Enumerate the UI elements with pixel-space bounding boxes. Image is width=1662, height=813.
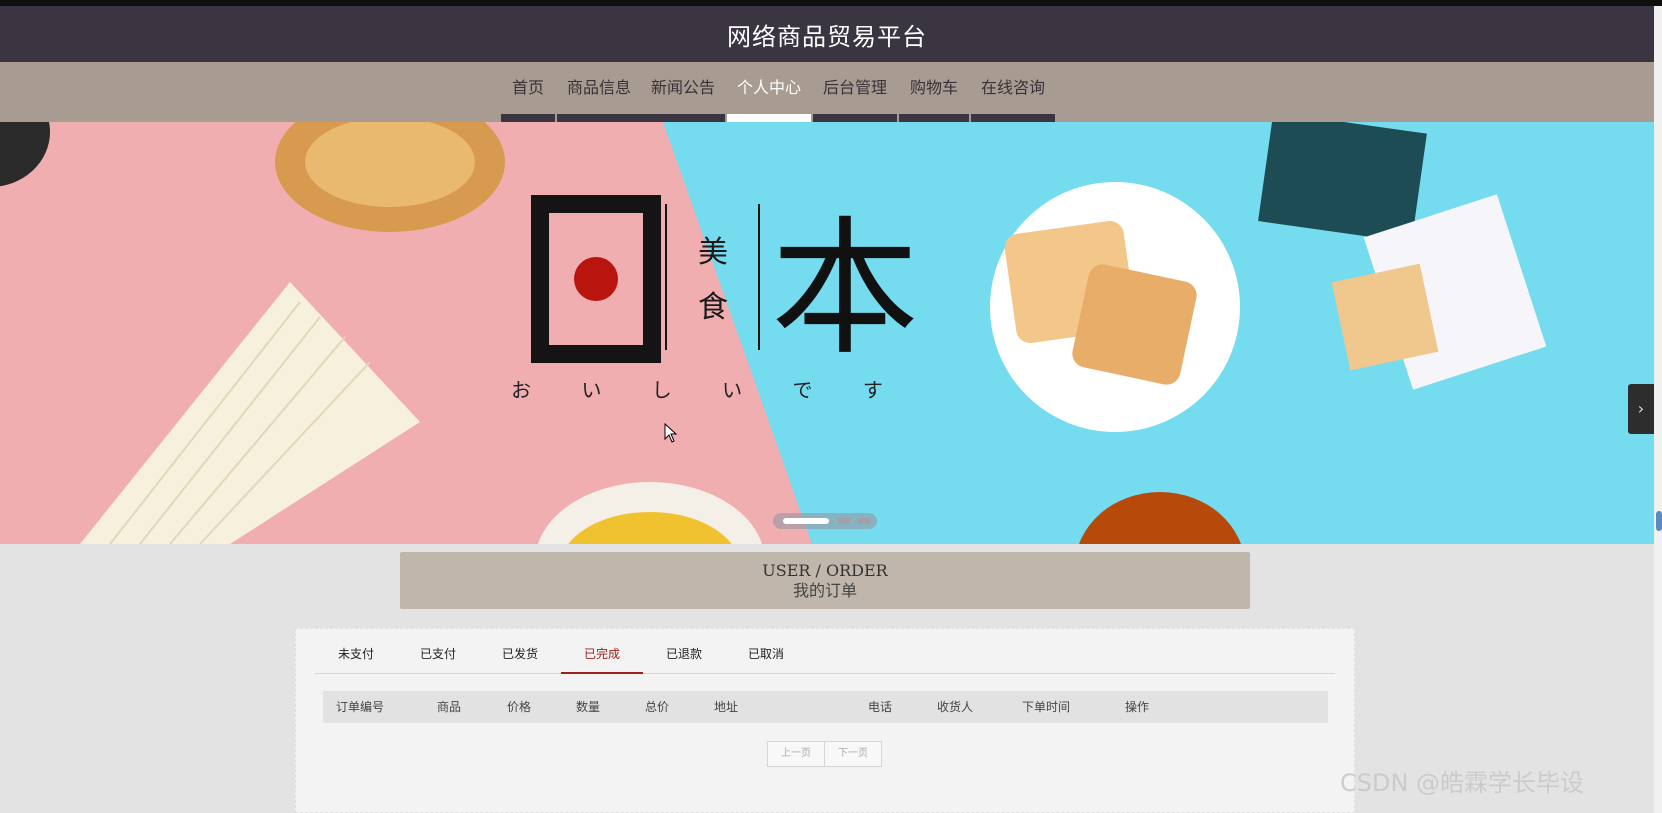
nav-item-label: 新闻公告 xyxy=(650,78,715,97)
nav-tab-foot xyxy=(899,114,969,122)
carousel-next-button[interactable]: › xyxy=(1628,384,1654,434)
nav-item-consult[interactable]: 在线咨询 xyxy=(971,62,1055,122)
tab-label: 已发货 xyxy=(501,647,538,661)
chevron-right-icon: › xyxy=(1637,399,1645,418)
nav-tab-foot xyxy=(813,114,897,122)
nav-tab-foot xyxy=(971,114,1055,122)
nav-tab-foot xyxy=(641,114,725,122)
col-order-time: 下单时间 xyxy=(1022,700,1071,714)
tab-refunded[interactable]: 已退款 xyxy=(643,629,725,673)
col-total: 总价 xyxy=(645,700,670,714)
site-title: 网络商品贸易平台 xyxy=(727,22,927,51)
col-price: 价格 xyxy=(507,700,532,714)
tab-cancelled[interactable]: 已取消 xyxy=(725,629,807,673)
orders-panel: 未支付 已支付 已发货 已完成 已退款 已取消 订单编号 商品 价格 数量 总价… xyxy=(295,628,1355,813)
nav-tab-foot xyxy=(501,114,555,122)
red-sun xyxy=(574,257,618,301)
carousel-dot-1[interactable] xyxy=(783,518,829,524)
hero-banner: 美 食 本 お い し い で す › xyxy=(0,122,1654,544)
nav-item-news[interactable]: 新闻公告 xyxy=(641,62,725,122)
page-scrollbar[interactable] xyxy=(1654,6,1662,813)
carousel-dots xyxy=(773,513,877,529)
nav-item-admin[interactable]: 后台管理 xyxy=(813,62,897,122)
nav-tab-foot xyxy=(727,114,811,122)
section-title-box: USER / ORDER 我的订单 xyxy=(400,552,1250,609)
section-title-en: USER / ORDER xyxy=(762,561,888,580)
nav-item-home[interactable]: 首页 xyxy=(501,62,555,122)
scrollbar-thumb[interactable] xyxy=(1656,511,1662,531)
tab-label: 已支付 xyxy=(419,647,456,661)
tab-label: 已取消 xyxy=(747,647,784,661)
carousel-dot-2[interactable] xyxy=(837,518,851,524)
banner-artwork: 美 食 本 お い し い で す xyxy=(0,122,1547,544)
main-nav: 首页 商品信息 新闻公告 个人中心 后台管理 购物车 在线咨询 xyxy=(0,62,1654,122)
carousel-dot-3[interactable] xyxy=(857,518,871,524)
tab-label: 未支付 xyxy=(337,647,374,661)
nav-item-label: 后台管理 xyxy=(822,78,887,97)
col-product: 商品 xyxy=(437,700,462,714)
nav-item-label: 购物车 xyxy=(909,78,958,97)
col-actions: 操作 xyxy=(1125,700,1150,714)
orders-table-header: 订单编号 商品 价格 数量 总价 地址 电话 收货人 下单时间 操作 xyxy=(323,691,1328,723)
tab-paid[interactable]: 已支付 xyxy=(397,629,479,673)
prev-page-button[interactable]: 上一页 xyxy=(768,742,824,766)
watermark: CSDN @皓霖学长毕设 xyxy=(1340,769,1585,797)
col-phone: 电话 xyxy=(868,700,893,714)
nav-item-cart[interactable]: 购物车 xyxy=(899,62,969,122)
nav-tab-foot xyxy=(557,114,641,122)
col-order-no: 订单编号 xyxy=(336,700,385,714)
order-status-tabs: 未支付 已支付 已发货 已完成 已退款 已取消 xyxy=(315,629,1335,674)
col-quantity: 数量 xyxy=(576,700,601,714)
col-receiver: 收货人 xyxy=(937,700,974,714)
small-char-1: 美 xyxy=(698,235,728,270)
nav-item-personal-center[interactable]: 个人中心 xyxy=(727,62,811,122)
next-page-button[interactable]: 下一页 xyxy=(824,742,881,766)
site-header: 网络商品贸易平台 xyxy=(0,6,1654,62)
cookie-2 xyxy=(1072,264,1197,385)
nav-item-label: 商品信息 xyxy=(566,78,631,97)
package-dark xyxy=(1258,122,1427,243)
nav-item-label: 首页 xyxy=(511,78,544,97)
tab-completed[interactable]: 已完成 xyxy=(561,629,643,674)
nav-item-products[interactable]: 商品信息 xyxy=(557,62,641,122)
section-title-zh: 我的订单 xyxy=(792,581,857,600)
tab-label: 已退款 xyxy=(665,647,702,661)
tab-label: 已完成 xyxy=(583,647,620,661)
pagination: 上一页 下一页 xyxy=(767,741,882,767)
package-cookie xyxy=(1331,263,1439,371)
small-char-2: 食 xyxy=(698,290,728,325)
brown-bowl xyxy=(1079,492,1241,544)
banner-subtitle: お い し い で す xyxy=(511,378,905,402)
col-address: 地址 xyxy=(714,700,739,714)
nav-item-label: 在线咨询 xyxy=(980,78,1045,97)
nav-item-label: 个人中心 xyxy=(736,78,801,97)
tab-unpaid[interactable]: 未支付 xyxy=(315,629,397,673)
mouse-cursor-icon xyxy=(664,423,678,443)
tab-shipped[interactable]: 已发货 xyxy=(479,629,561,673)
big-char-right: 本 xyxy=(771,203,919,375)
